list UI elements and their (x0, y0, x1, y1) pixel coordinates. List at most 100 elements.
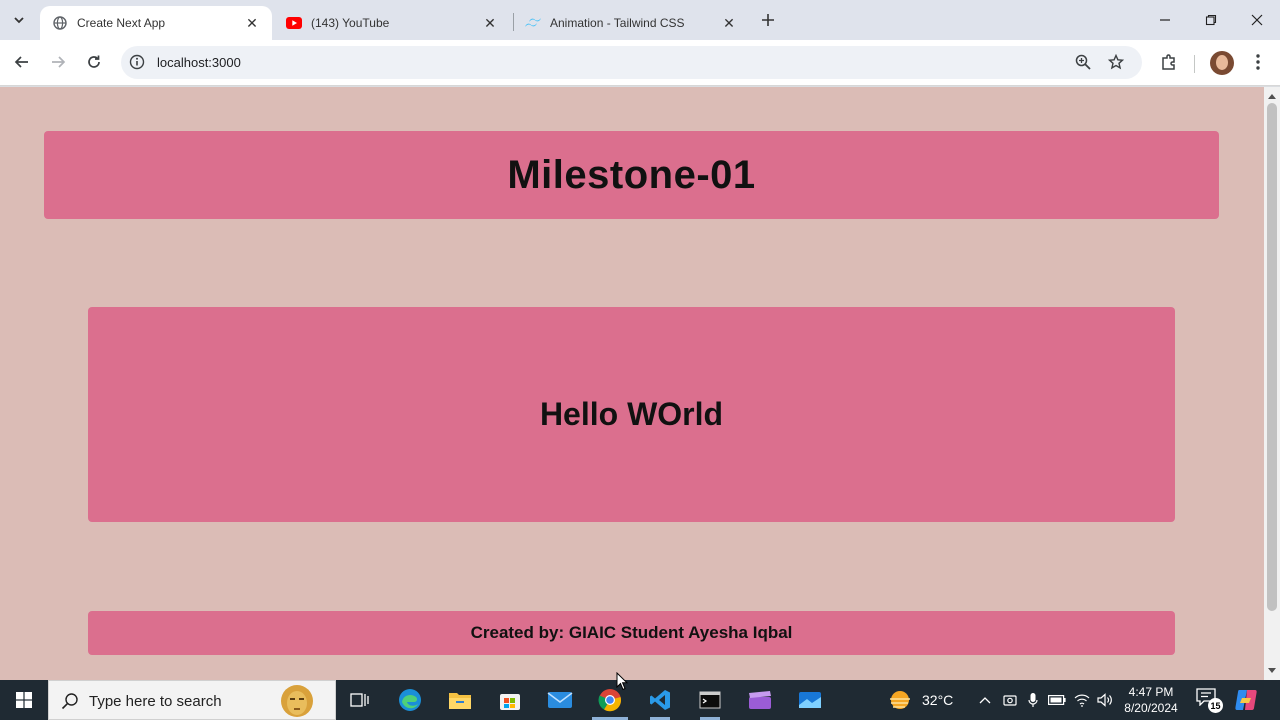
minimize-icon (1160, 19, 1170, 21)
tab-youtube[interactable]: (143) YouTube ✕ (274, 6, 510, 40)
taskbar-terminal[interactable] (686, 680, 734, 720)
tray-microphone[interactable] (1024, 680, 1042, 720)
tray-meet-now[interactable] (1000, 680, 1020, 720)
clock-time: 4:47 PM (1128, 685, 1174, 699)
main-heading: Hello WOrld (539, 396, 724, 432)
tray-battery[interactable] (1046, 680, 1068, 720)
youtube-icon (286, 15, 302, 31)
terminal-icon (699, 691, 721, 709)
tab-close-button[interactable]: ✕ (721, 15, 737, 31)
edge-icon (399, 689, 421, 711)
tab-create-next-app[interactable]: Create Next App ✕ (40, 6, 272, 40)
page-viewport: Milestone-01 Hello WOrld Created by: GIA… (0, 87, 1264, 680)
store-icon (500, 694, 520, 710)
tab-search-button[interactable] (6, 7, 32, 33)
scrollbar-thumb[interactable] (1267, 103, 1277, 611)
task-view-button[interactable] (336, 680, 384, 720)
vscode-icon (650, 690, 670, 710)
header-banner: Milestone-01 (44, 131, 1219, 219)
close-window-button[interactable] (1234, 0, 1280, 40)
search-icon (61, 692, 79, 715)
tab-title: Create Next App (77, 16, 166, 30)
chevron-down-icon (14, 17, 24, 24)
more-vertical-icon (1256, 54, 1260, 70)
taskbar-vscode[interactable] (636, 680, 684, 720)
browser-toolbar: localhost:3000 (0, 40, 1280, 86)
footer-banner: Created by: GIAIC Student Ayesha Iqbal (88, 611, 1175, 655)
tab-title: (143) YouTube (311, 16, 390, 30)
taskbar-video-editor[interactable] (736, 680, 784, 720)
wifi-icon (1074, 694, 1090, 707)
address-bar[interactable]: localhost:3000 (121, 46, 1142, 79)
reload-button[interactable] (79, 47, 109, 77)
tailwind-icon (525, 15, 541, 31)
clock-date: 8/20/2024 (1124, 701, 1178, 715)
globe-icon (52, 15, 68, 31)
main-content-box: Hello WOrld (88, 307, 1175, 522)
taskbar-clock[interactable]: 4:47 PM 8/20/2024 (1118, 684, 1184, 716)
scroll-up-arrow[interactable] (1264, 89, 1280, 103)
restore-button[interactable] (1188, 0, 1234, 40)
show-hidden-icons-button[interactable] (976, 680, 994, 720)
windows-taskbar: Type here to search 32°C 4:47 PM 8/20/20… (0, 680, 1280, 720)
back-button[interactable] (7, 47, 37, 77)
copilot-button[interactable] (1234, 688, 1260, 712)
weather-widget[interactable]: 32°C (888, 680, 953, 720)
search-highlight-mask-icon (279, 684, 315, 718)
taskbar-store[interactable] (486, 680, 534, 720)
tab-close-button[interactable]: ✕ (482, 15, 498, 31)
plus-icon (762, 14, 774, 26)
speaker-icon (1097, 693, 1112, 707)
tab-strip: Create Next App ✕ (143) YouTube ✕ Animat… (0, 0, 1280, 40)
photos-icon (799, 692, 821, 708)
taskbar-photos[interactable] (786, 680, 834, 720)
info-icon[interactable] (129, 54, 145, 75)
windows-logo-icon (16, 692, 32, 708)
search-placeholder: Type here to search (89, 693, 222, 710)
battery-icon (1048, 695, 1066, 705)
taskbar-edge[interactable] (386, 680, 434, 720)
bookmark-star-icon[interactable] (1107, 53, 1125, 75)
tray-wifi[interactable] (1072, 680, 1092, 720)
vertical-scrollbar[interactable] (1264, 87, 1280, 680)
extensions-button[interactable] (1154, 47, 1184, 77)
clapperboard-icon (749, 691, 771, 709)
taskbar-mail[interactable] (536, 680, 584, 720)
chrome-icon (598, 689, 622, 712)
restore-icon (1205, 14, 1217, 26)
notification-badge: 15 (1208, 698, 1223, 713)
task-view-icon (350, 693, 369, 707)
zoom-icon[interactable] (1075, 54, 1091, 75)
weather-sun-icon (890, 691, 910, 709)
notification-center-button[interactable]: 15 (1196, 688, 1223, 713)
reload-icon (88, 55, 100, 68)
new-tab-button[interactable] (756, 8, 780, 32)
close-icon (1251, 14, 1263, 26)
arrow-right-icon (52, 56, 66, 68)
copilot-icon (1235, 690, 1257, 710)
minimize-button[interactable] (1142, 0, 1188, 40)
forward-button[interactable] (43, 47, 73, 77)
tab-tailwind[interactable]: Animation - Tailwind CSS ✕ (513, 6, 749, 40)
taskbar-file-explorer[interactable] (436, 680, 484, 720)
chevron-up-icon (979, 697, 991, 704)
start-button[interactable] (0, 680, 48, 720)
scroll-down-arrow[interactable] (1264, 664, 1280, 678)
profile-avatar[interactable] (1210, 51, 1234, 75)
tab-title: Animation - Tailwind CSS (550, 16, 685, 30)
arrow-left-icon (14, 56, 28, 68)
tab-close-button[interactable]: ✕ (244, 15, 260, 31)
tray-volume[interactable] (1094, 680, 1116, 720)
url-text[interactable]: localhost:3000 (157, 55, 241, 70)
menu-button[interactable] (1243, 47, 1273, 77)
mouse-cursor-icon (616, 672, 628, 691)
page-title: Milestone-01 (507, 152, 756, 197)
mail-icon (547, 692, 573, 708)
weather-temperature: 32°C (922, 692, 954, 708)
folder-icon (449, 693, 471, 709)
camera-icon (1003, 695, 1017, 706)
toolbar-divider (1194, 55, 1195, 73)
taskbar-search-box[interactable]: Type here to search (48, 680, 336, 720)
puzzle-icon (1162, 54, 1175, 70)
microphone-icon (1028, 693, 1038, 707)
